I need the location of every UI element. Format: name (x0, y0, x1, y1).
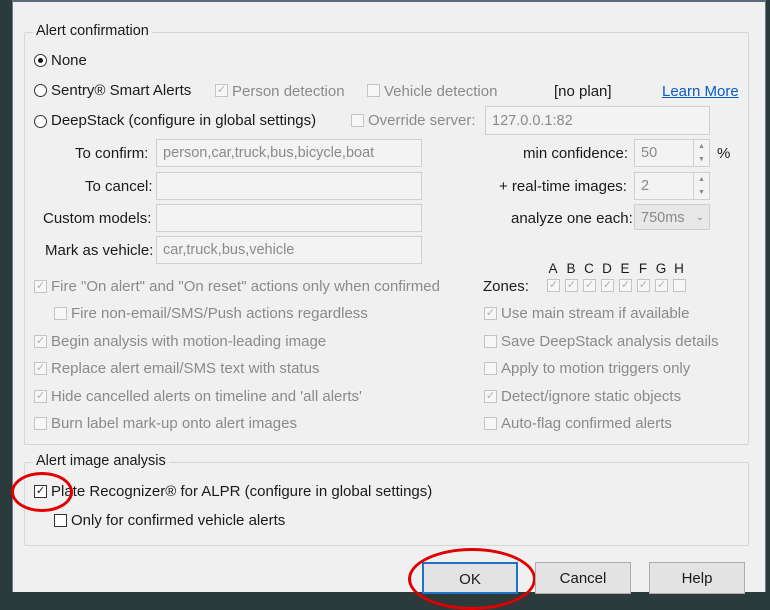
zone-c-checkbox[interactable]: ✓ (583, 279, 596, 292)
radio-deepstack-label[interactable]: DeepStack (configure in global settings) (51, 112, 316, 129)
zone-letter-e: E (620, 261, 630, 276)
zone-letter-f: F (638, 261, 648, 276)
hide-cancelled-checkbox[interactable]: ✓ (34, 390, 47, 403)
to-confirm-label: To confirm: (75, 145, 149, 162)
hide-cancelled-label: Hide cancelled alerts on timeline and 'a… (51, 388, 362, 405)
realtime-images-label: + real-time images: (499, 178, 627, 195)
alert-image-analysis-group: Alert image analysis (24, 453, 749, 546)
replace-text-checkbox[interactable]: ✓ (34, 362, 47, 375)
analyze-label: analyze one each: (511, 210, 633, 227)
override-server-label: Override server: (368, 112, 476, 129)
auto-flag-checkbox[interactable] (484, 417, 497, 430)
zone-letter-g: G (655, 261, 667, 276)
fire-actions-label: Fire "On alert" and "On reset" actions o… (51, 278, 440, 295)
save-details-label: Save DeepStack analysis details (501, 333, 719, 350)
spin-down-icon[interactable]: ▼ (693, 186, 709, 199)
auto-flag-label: Auto-flag confirmed alerts (501, 415, 672, 432)
mark-vehicle-input[interactable]: car,truck,bus,vehicle (156, 236, 422, 264)
min-confidence-unit: % (717, 145, 731, 162)
zone-letter-a: A (548, 261, 558, 276)
fire-actions-checkbox[interactable]: ✓ (34, 280, 47, 293)
to-cancel-input[interactable] (156, 172, 422, 200)
zone-h-checkbox[interactable] (673, 279, 686, 292)
burn-label-checkbox[interactable] (34, 417, 47, 430)
radio-deepstack[interactable] (34, 115, 47, 128)
min-confidence-spinner[interactable]: 50 ▲ ▼ (634, 139, 710, 167)
person-detection-checkbox[interactable]: ✓ (215, 84, 228, 97)
main-stream-checkbox[interactable]: ✓ (484, 307, 497, 320)
radio-none-label[interactable]: None (51, 52, 87, 69)
spin-up-icon[interactable]: ▲ (693, 173, 709, 186)
zone-letter-d: D (602, 261, 612, 276)
zones-label: Zones: (483, 278, 529, 295)
only-confirmed-label[interactable]: Only for confirmed vehicle alerts (71, 512, 285, 529)
radio-none[interactable] (34, 54, 47, 67)
custom-models-label: Custom models: (43, 210, 152, 227)
annotation-circle (11, 472, 73, 512)
chevron-down-icon: ⌄ (695, 212, 704, 223)
static-objects-checkbox[interactable]: ✓ (484, 390, 497, 403)
analyze-value: 750ms (641, 210, 685, 226)
zone-g-checkbox[interactable]: ✓ (655, 279, 668, 292)
zone-e-checkbox[interactable]: ✓ (619, 279, 632, 292)
zone-letter-c: C (584, 261, 594, 276)
save-details-checkbox[interactable] (484, 335, 497, 348)
motion-triggers-label: Apply to motion triggers only (501, 360, 691, 377)
motion-leading-checkbox[interactable]: ✓ (34, 335, 47, 348)
motion-leading-label: Begin analysis with motion-leading image (51, 333, 327, 350)
static-objects-label: Detect/ignore static objects (501, 388, 682, 405)
radio-sentry[interactable] (34, 84, 47, 97)
realtime-images-spinner[interactable]: 2 ▲ ▼ (634, 172, 710, 200)
spin-down-icon[interactable]: ▼ (693, 153, 709, 166)
spin-up-icon[interactable]: ▲ (693, 140, 709, 153)
min-confidence-label: min confidence: (523, 145, 629, 162)
zone-b-checkbox[interactable]: ✓ (565, 279, 578, 292)
to-cancel-label: To cancel: (85, 178, 153, 195)
group-title: Alert image analysis (33, 453, 169, 469)
alert-settings-dialog: Alert confirmation None Sentry® Smart Al… (11, 0, 766, 610)
person-detection-label: Person detection (232, 83, 345, 100)
fire-regardless-label: Fire non-email/SMS/Push actions regardle… (71, 305, 368, 322)
plate-recognizer-label[interactable]: Plate Recognizer® for ALPR (configure in… (51, 483, 432, 500)
group-title: Alert confirmation (33, 23, 152, 39)
vehicle-detection-label: Vehicle detection (384, 83, 498, 100)
zone-d-checkbox[interactable]: ✓ (601, 279, 614, 292)
annotation-circle (408, 548, 536, 610)
zone-a-checkbox[interactable]: ✓ (547, 279, 560, 292)
only-confirmed-checkbox[interactable] (54, 514, 67, 527)
help-button[interactable]: Help (649, 562, 745, 594)
vehicle-detection-checkbox[interactable] (367, 84, 380, 97)
no-plan-text: [no plan] (554, 83, 612, 100)
custom-models-input[interactable] (156, 204, 422, 232)
burn-label-label: Burn label mark-up onto alert images (51, 415, 297, 432)
zone-letter-h: H (674, 261, 684, 276)
motion-triggers-checkbox[interactable] (484, 362, 497, 375)
fire-regardless-checkbox[interactable] (54, 307, 67, 320)
radio-sentry-label[interactable]: Sentry® Smart Alerts (51, 82, 191, 99)
min-confidence-value: 50 (641, 145, 658, 161)
cancel-button[interactable]: Cancel (535, 562, 631, 594)
replace-text-label: Replace alert email/SMS text with status (51, 360, 320, 377)
mark-vehicle-label: Mark as vehicle: (45, 242, 154, 259)
zone-letter-b: B (566, 261, 576, 276)
realtime-images-value: 2 (641, 178, 650, 194)
zone-f-checkbox[interactable]: ✓ (637, 279, 650, 292)
main-stream-label: Use main stream if available (501, 305, 690, 322)
learn-more-link[interactable]: Learn More (662, 83, 739, 100)
override-server-checkbox[interactable] (351, 114, 364, 127)
analyze-select[interactable]: 750ms ⌄ (634, 204, 710, 230)
title-bar-edge (13, 0, 765, 2)
to-confirm-input[interactable]: person,car,truck,bus,bicycle,boat (156, 139, 422, 167)
server-input[interactable]: 127.0.0.1:82 (485, 106, 710, 135)
